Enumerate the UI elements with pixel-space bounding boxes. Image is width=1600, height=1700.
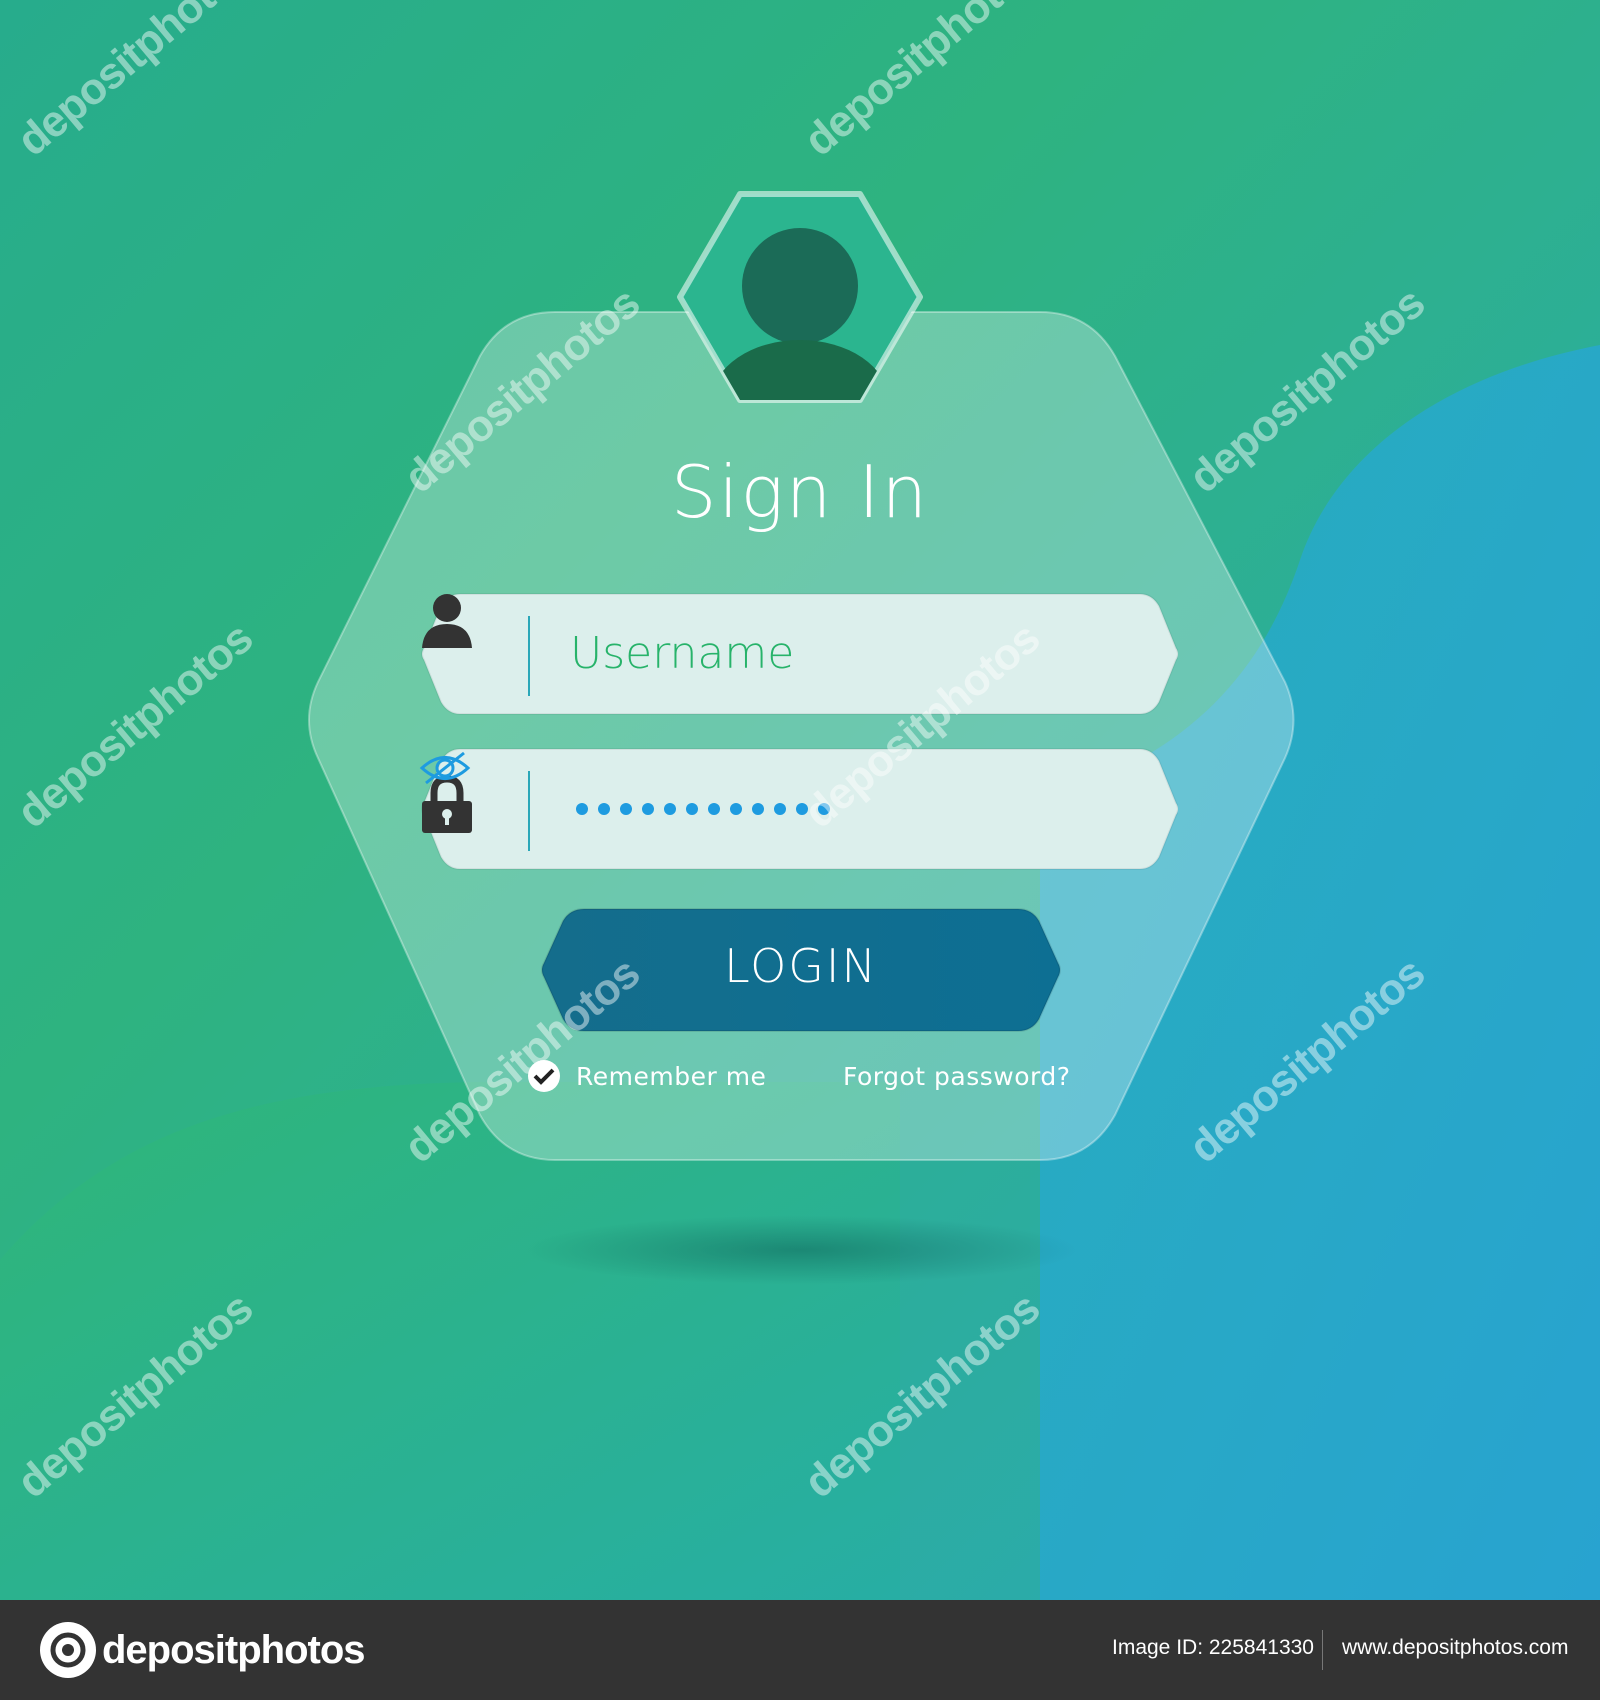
username-divider — [528, 616, 530, 696]
image-id: Image ID: 225841330 — [1112, 1636, 1314, 1659]
password-dot — [664, 803, 676, 815]
password-dot — [774, 803, 786, 815]
password-dot — [620, 803, 632, 815]
password-field[interactable] — [418, 745, 1178, 873]
password-input[interactable] — [576, 803, 830, 815]
remember-me-label: Remember me — [576, 1061, 767, 1091]
footer-url: www.depositphotos.com — [1342, 1636, 1569, 1659]
password-dot — [752, 803, 764, 815]
eye-slash-icon[interactable] — [418, 745, 472, 791]
user-icon — [422, 594, 472, 648]
username-field-shape — [421, 593, 1178, 715]
footer-logo: depositphotos — [40, 1622, 366, 1678]
username-field[interactable]: Username — [418, 590, 1178, 718]
password-dot — [708, 803, 720, 815]
footer: depositphotos Image ID: 225841330 www.de… — [0, 1600, 1600, 1700]
camera-lens-icon — [50, 1632, 86, 1668]
password-dot — [642, 803, 654, 815]
password-divider — [528, 771, 530, 851]
password-dot — [730, 803, 742, 815]
footer-separator — [1322, 1630, 1323, 1670]
username-input[interactable]: Username — [570, 628, 794, 679]
footer-brand: depositphotos — [102, 1627, 366, 1672]
password-dot — [686, 803, 698, 815]
password-dot — [598, 803, 610, 815]
password-dot — [576, 803, 588, 815]
login-screen: Sign In Username LOGIN Remember me Forgo… — [0, 0, 1600, 1600]
remember-me-checkbox[interactable]: Remember me — [528, 1060, 766, 1092]
page-title: Sign In — [670, 450, 930, 534]
avatar — [677, 191, 923, 403]
forgot-password-link[interactable]: Forgot password? — [843, 1062, 1071, 1091]
camera-logo-icon — [40, 1622, 96, 1678]
